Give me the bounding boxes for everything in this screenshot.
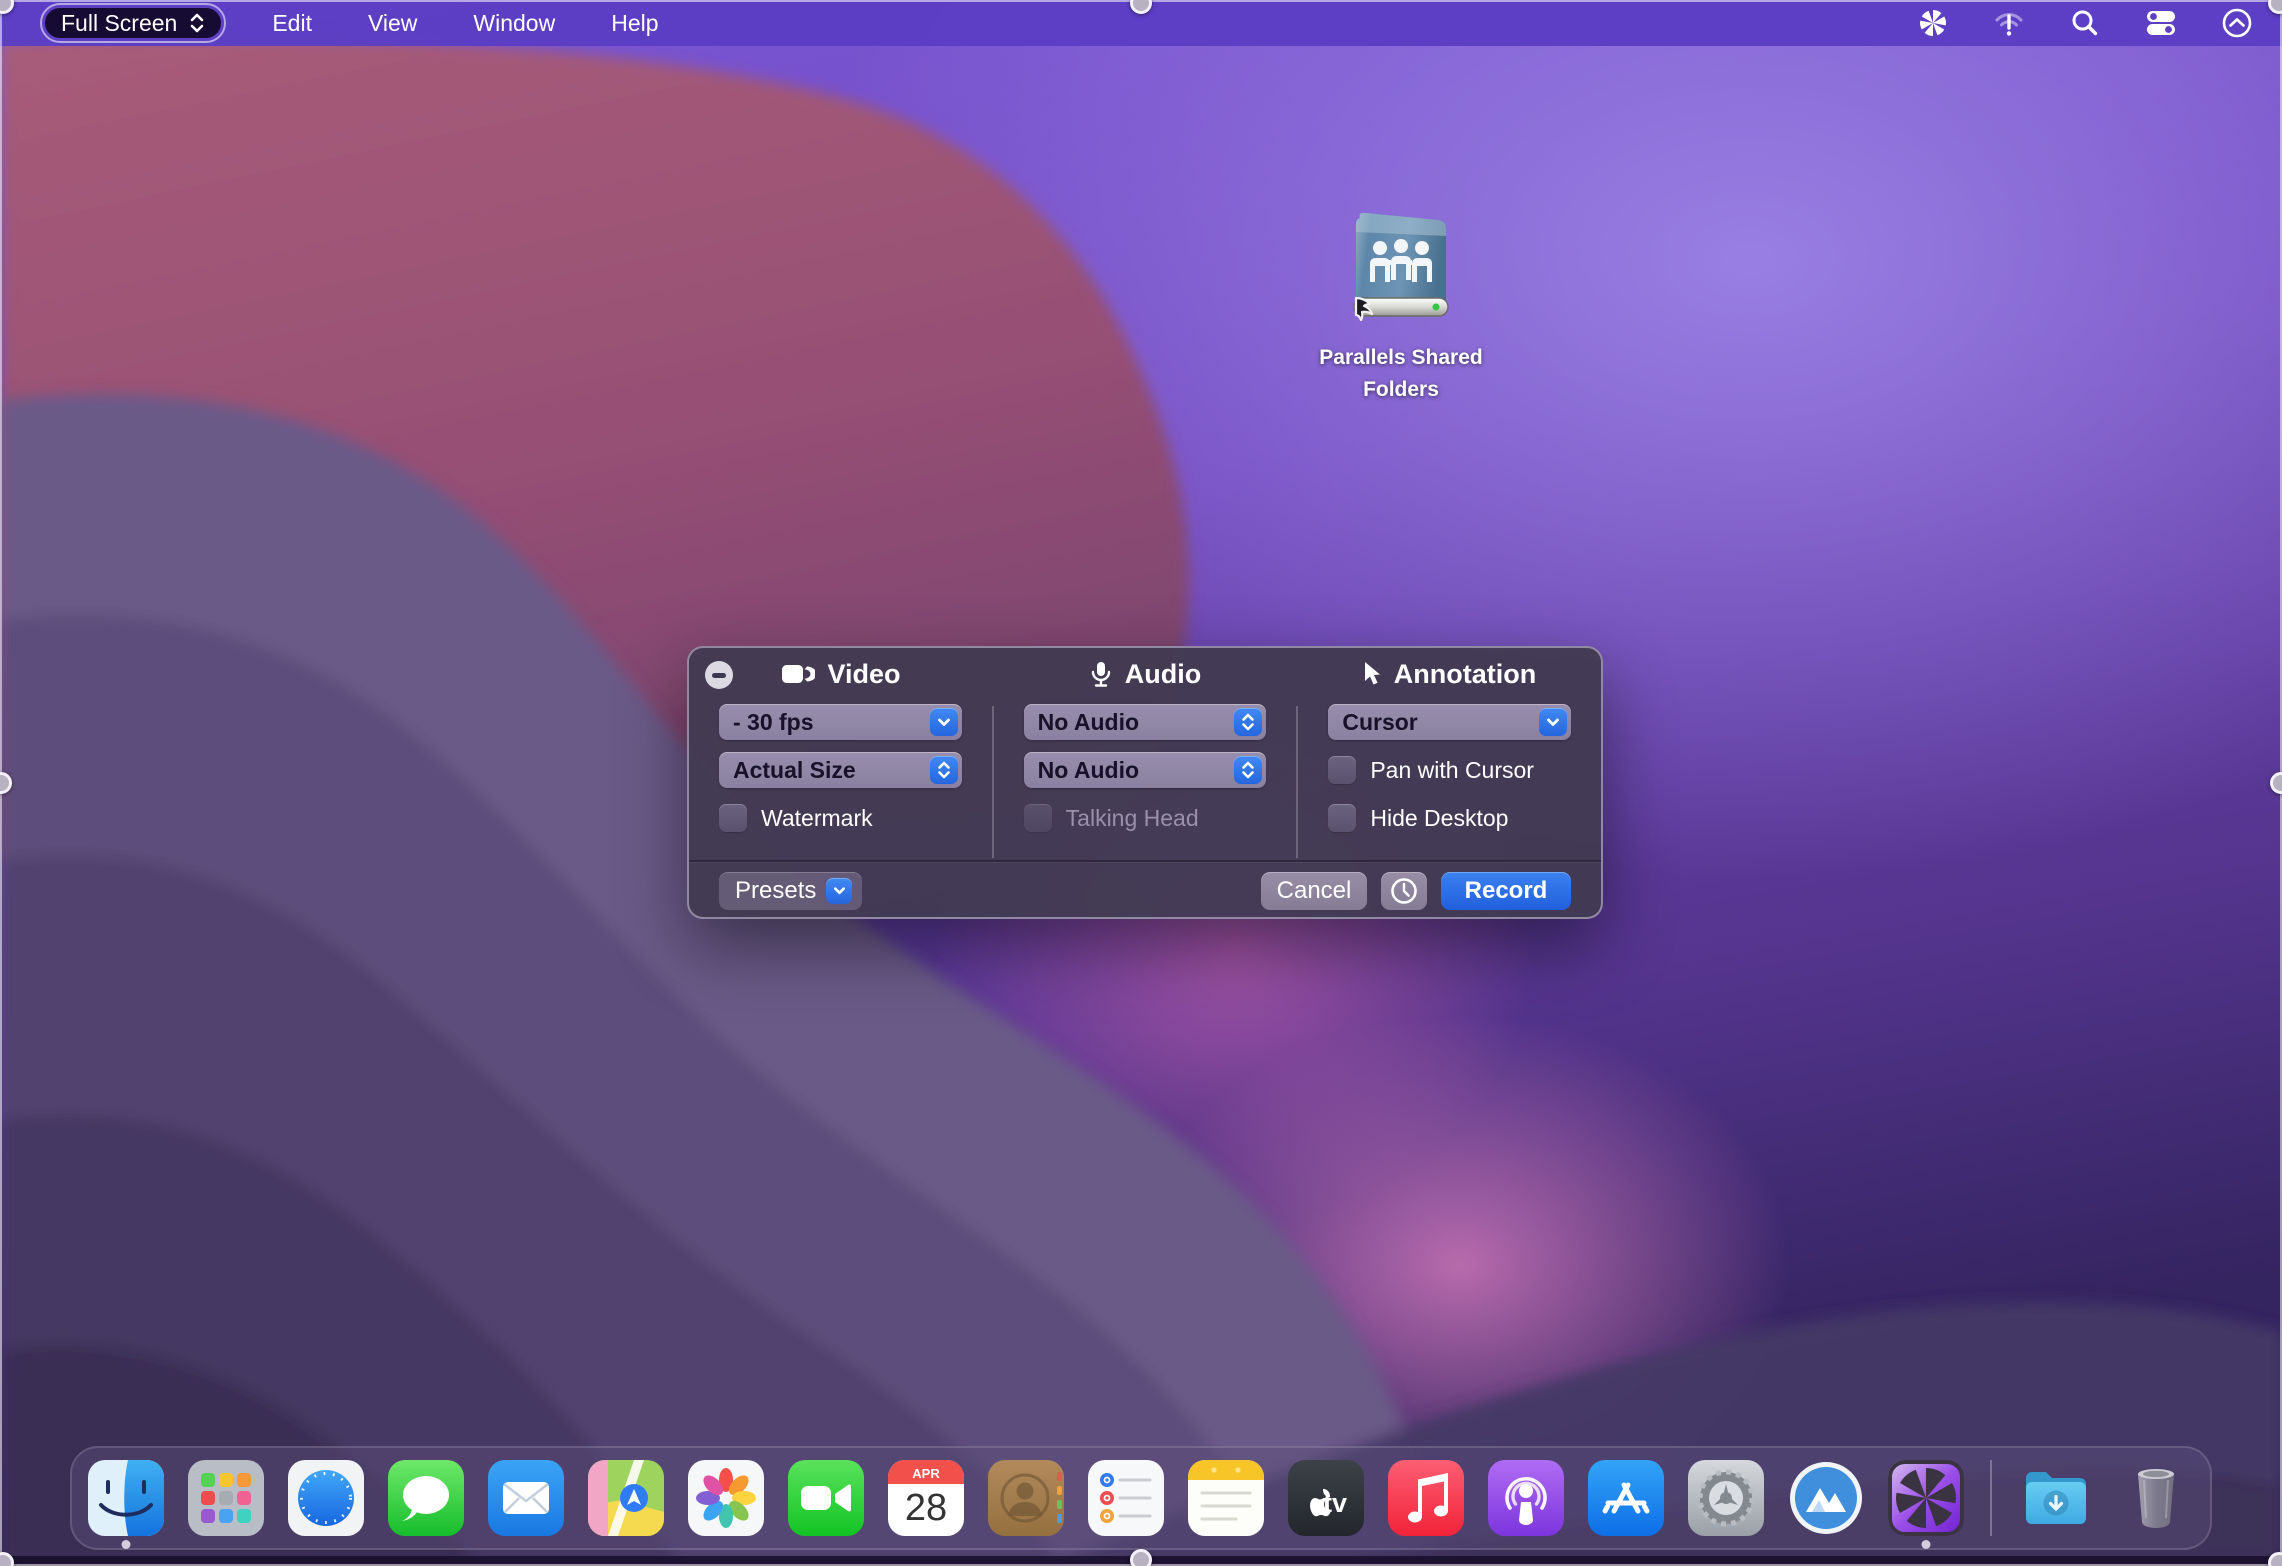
menu-edit[interactable]: Edit (272, 10, 312, 37)
shared-drive-icon (1342, 210, 1460, 334)
cancel-button[interactable]: Cancel (1261, 872, 1367, 910)
recording-options-dialog: Video Audio Annotation (687, 646, 1603, 919)
talking-head-checkbox[interactable]: Talking Head (1024, 804, 1199, 832)
dock: APR 28 (70, 1446, 2212, 1550)
dock-item-mail[interactable] (488, 1460, 564, 1536)
presets-button[interactable]: Presets (719, 872, 862, 910)
video-column: - 30 fps Actual Size (689, 700, 992, 860)
video-section-header: Video (689, 659, 993, 690)
dock-item-maps[interactable] (588, 1460, 664, 1536)
record-button[interactable]: Record (1441, 872, 1571, 910)
running-indicator (1922, 1540, 1931, 1549)
dock-item-facetime[interactable] (788, 1460, 864, 1536)
audio-column: No Audio No Audio (994, 700, 1297, 860)
desktop-icon-parallels-shared-folders[interactable]: Parallels Shared Folders (1301, 210, 1501, 405)
dock-item-contacts[interactable] (988, 1460, 1064, 1536)
app-menu-label: Full Screen (61, 10, 177, 37)
control-center-icon[interactable] (2144, 6, 2178, 40)
menu-view[interactable]: View (368, 10, 417, 37)
audio-section-header: Audio (993, 659, 1297, 690)
app-menu-focus-ring: Full Screen (40, 3, 226, 43)
menu-extra-circle-icon[interactable] (2220, 6, 2254, 40)
dock-item-podcasts[interactable] (1488, 1460, 1564, 1536)
chevron-updown-icon (930, 756, 958, 784)
dock-item-launchpad[interactable] (188, 1460, 264, 1536)
svg-text:28: 28 (905, 1487, 947, 1529)
updown-chevron-icon (189, 11, 205, 35)
desktop-screen: Full Screen Edit View Window Help (0, 0, 2282, 1566)
mic-audio-select[interactable]: No Audio (1024, 704, 1267, 740)
dock-item-monosnap[interactable] (1788, 1460, 1864, 1536)
menu-window[interactable]: Window (473, 10, 555, 37)
dock-item-safari[interactable] (288, 1460, 364, 1536)
desktop-icon-label: Parallels Shared Folders (1301, 342, 1501, 405)
checkbox-box (1328, 804, 1356, 832)
dock-item-system-preferences[interactable] (1688, 1460, 1764, 1536)
dock-item-music[interactable] (1388, 1460, 1464, 1536)
dock-item-messages[interactable] (388, 1460, 464, 1536)
cursor-arrow-icon (1362, 661, 1382, 687)
aperture-icon[interactable] (1916, 6, 1950, 40)
timer-button[interactable] (1381, 872, 1427, 910)
dock-item-calendar[interactable]: APR 28 (888, 1460, 964, 1536)
pan-with-cursor-checkbox[interactable]: Pan with Cursor (1328, 756, 1534, 784)
microphone-icon (1089, 660, 1113, 688)
hide-desktop-checkbox[interactable]: Hide Desktop (1328, 804, 1508, 832)
collapse-minus-button[interactable] (705, 661, 733, 689)
dock-item-app-store[interactable] (1588, 1460, 1664, 1536)
dock-item-trash[interactable] (2118, 1460, 2194, 1536)
dock-item-finder[interactable] (88, 1460, 164, 1536)
system-audio-select[interactable]: No Audio (1024, 752, 1267, 788)
dock-item-apple-tv[interactable]: tv (1288, 1460, 1364, 1536)
fps-select[interactable]: - 30 fps (719, 704, 962, 740)
chevron-down-icon (826, 878, 852, 904)
video-camera-icon (781, 662, 815, 686)
selection-handle-bottom-center[interactable] (1130, 1549, 1152, 1566)
dock-divider (1990, 1460, 1992, 1536)
checkbox-box (1024, 804, 1052, 832)
dock-item-notes[interactable] (1188, 1460, 1264, 1536)
checkbox-box (719, 804, 747, 832)
chevron-updown-icon (1234, 756, 1262, 784)
dock-item-reminders[interactable] (1088, 1460, 1164, 1536)
chevron-down-icon (1539, 708, 1567, 736)
wifi-alert-icon[interactable] (1992, 6, 2026, 40)
annotation-column: Cursor Pan with Cursor Hide D (1298, 700, 1601, 860)
svg-text:APR: APR (912, 1466, 940, 1481)
chevron-updown-icon (1234, 708, 1262, 736)
running-indicator (122, 1540, 131, 1549)
annotation-section-header: Annotation (1297, 659, 1601, 690)
dock-item-downloads[interactable] (2018, 1460, 2094, 1536)
cursor-select[interactable]: Cursor (1328, 704, 1571, 740)
svg-text:tv: tv (1323, 1488, 1347, 1518)
checkbox-box (1328, 756, 1356, 784)
spotlight-search-icon[interactable] (2068, 6, 2102, 40)
dock-item-screen-recorder[interactable] (1888, 1460, 1964, 1536)
size-select[interactable]: Actual Size (719, 752, 962, 788)
app-menu-full-screen[interactable]: Full Screen (45, 8, 221, 38)
chevron-down-icon (930, 708, 958, 736)
dock-item-photos[interactable] (688, 1460, 764, 1536)
menu-help[interactable]: Help (611, 10, 658, 37)
watermark-checkbox[interactable]: Watermark (719, 804, 873, 832)
clock-icon (1389, 876, 1419, 906)
